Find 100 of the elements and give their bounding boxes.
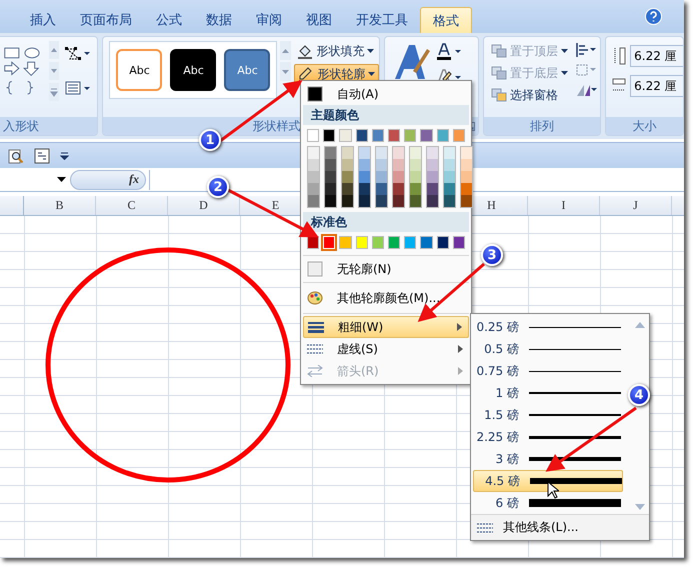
align-icon[interactable] <box>574 43 597 57</box>
color-swatch[interactable] <box>325 147 336 159</box>
color-swatch[interactable] <box>323 129 336 142</box>
color-swatch[interactable] <box>427 171 438 183</box>
color-swatch[interactable] <box>427 147 438 159</box>
insert-function-button[interactable]: fx <box>70 170 146 190</box>
color-swatch[interactable] <box>444 171 455 183</box>
scroll-down-icon[interactable] <box>635 504 645 510</box>
color-swatch[interactable] <box>339 129 352 142</box>
color-swatch[interactable] <box>461 195 472 207</box>
column-header[interactable]: B <box>24 196 96 215</box>
color-swatch[interactable] <box>444 159 455 171</box>
color-swatch[interactable] <box>427 159 438 171</box>
print-preview-icon[interactable] <box>8 148 24 164</box>
help-icon[interactable] <box>645 8 662 25</box>
color-swatch[interactable] <box>359 147 370 159</box>
menu-item[interactable]: 0.25 磅 <box>473 316 623 338</box>
color-swatch[interactable] <box>376 195 387 207</box>
height-field[interactable]: 6.22 厘 <box>630 45 683 67</box>
color-swatch[interactable] <box>359 195 370 207</box>
edit-points-icon[interactable] <box>65 47 92 61</box>
menu-item[interactable]: 其他轮廓颜色(M)... <box>303 285 469 311</box>
color-swatch[interactable] <box>342 183 353 195</box>
ribbon-tab[interactable]: 插入 <box>18 7 68 33</box>
color-swatch[interactable] <box>461 147 472 159</box>
ribbon-tab[interactable]: 数据 <box>194 7 244 33</box>
color-swatch[interactable] <box>308 195 319 207</box>
color-swatch[interactable] <box>393 183 404 195</box>
color-swatch[interactable] <box>393 171 404 183</box>
automatic-menu-item[interactable]: 自动(A) <box>303 83 469 105</box>
text-fill-icon[interactable] <box>437 43 464 61</box>
scroll-down-icon[interactable] <box>280 62 292 81</box>
color-swatch[interactable] <box>393 159 404 171</box>
color-swatch[interactable] <box>420 236 433 249</box>
menu-item[interactable]: 无轮廓(N) <box>303 258 469 280</box>
color-swatch[interactable] <box>376 147 387 159</box>
customize-toolbar-icon[interactable] <box>60 152 69 160</box>
color-swatch[interactable] <box>410 159 421 171</box>
menu-item[interactable]: 3 磅 <box>473 448 623 470</box>
ribbon-tab[interactable]: 视图 <box>294 7 344 33</box>
form-icon[interactable] <box>34 148 50 164</box>
style-preset[interactable]: Abc <box>170 49 216 91</box>
column-header[interactable]: J <box>600 196 672 215</box>
menu-item[interactable]: 其他线条(L)... <box>471 514 649 540</box>
color-swatch[interactable] <box>444 147 455 159</box>
menu-item[interactable]: 6 磅 <box>473 492 623 514</box>
scroll-up-icon[interactable] <box>49 41 60 59</box>
color-swatch[interactable] <box>410 195 421 207</box>
shape-fill-button[interactable]: 形状填充 <box>294 41 380 61</box>
menu-item[interactable]: 0.5 磅 <box>473 338 623 360</box>
color-swatch[interactable] <box>410 171 421 183</box>
menu-item[interactable]: 1 磅 <box>473 382 623 404</box>
color-swatch[interactable] <box>356 129 368 142</box>
color-swatch[interactable] <box>461 183 472 195</box>
color-swatch[interactable] <box>393 147 404 159</box>
color-swatch[interactable] <box>420 129 433 142</box>
color-swatch[interactable] <box>339 236 352 249</box>
color-swatch[interactable] <box>325 195 336 207</box>
group-icon[interactable] <box>574 63 597 77</box>
color-swatch[interactable] <box>342 171 353 183</box>
rotate-icon[interactable] <box>574 83 597 97</box>
color-swatch[interactable] <box>376 171 387 183</box>
column-header[interactable]: C <box>96 196 168 215</box>
color-swatch[interactable] <box>461 171 472 183</box>
color-swatch[interactable] <box>444 195 455 207</box>
color-swatch[interactable] <box>404 236 416 249</box>
color-swatch[interactable] <box>404 129 416 142</box>
style-preset[interactable]: Abc <box>116 49 162 91</box>
color-swatch[interactable] <box>356 236 368 249</box>
circle-shape[interactable] <box>44 246 292 484</box>
color-swatch[interactable] <box>376 159 387 171</box>
color-swatch[interactable] <box>325 159 336 171</box>
color-swatch[interactable] <box>307 129 320 142</box>
color-swatch[interactable] <box>308 183 319 195</box>
text-box-icon[interactable] <box>65 81 92 95</box>
menu-item[interactable]: 4.5 磅 <box>473 470 623 492</box>
scroll-up-icon[interactable] <box>280 41 292 60</box>
dropdown-caret-icon[interactable] <box>57 177 66 182</box>
color-swatch[interactable] <box>342 159 353 171</box>
color-swatch[interactable] <box>388 129 400 142</box>
ribbon-tab[interactable]: 公式 <box>144 7 194 33</box>
menu-item[interactable]: 虚线(S) <box>303 338 469 360</box>
color-swatch[interactable] <box>436 129 449 142</box>
arrange-button[interactable]: 选择窗格 <box>488 85 571 105</box>
color-swatch[interactable] <box>342 195 353 207</box>
color-swatch[interactable] <box>325 183 336 195</box>
color-swatch[interactable] <box>410 147 421 159</box>
color-swatch[interactable] <box>393 195 404 207</box>
ribbon-tab[interactable]: 审阅 <box>244 7 294 33</box>
color-swatch[interactable] <box>342 147 353 159</box>
color-swatch[interactable] <box>308 159 319 171</box>
menu-item[interactable]: 粗细(W) <box>303 316 469 338</box>
color-swatch[interactable] <box>372 236 384 249</box>
ribbon-tab[interactable]: 格式 <box>420 7 472 33</box>
color-swatch[interactable] <box>444 183 455 195</box>
color-swatch[interactable] <box>436 236 449 249</box>
color-swatch[interactable] <box>372 129 384 142</box>
menu-item[interactable]: 0.75 磅 <box>473 360 623 382</box>
color-swatch[interactable] <box>376 183 387 195</box>
color-swatch[interactable] <box>427 195 438 207</box>
